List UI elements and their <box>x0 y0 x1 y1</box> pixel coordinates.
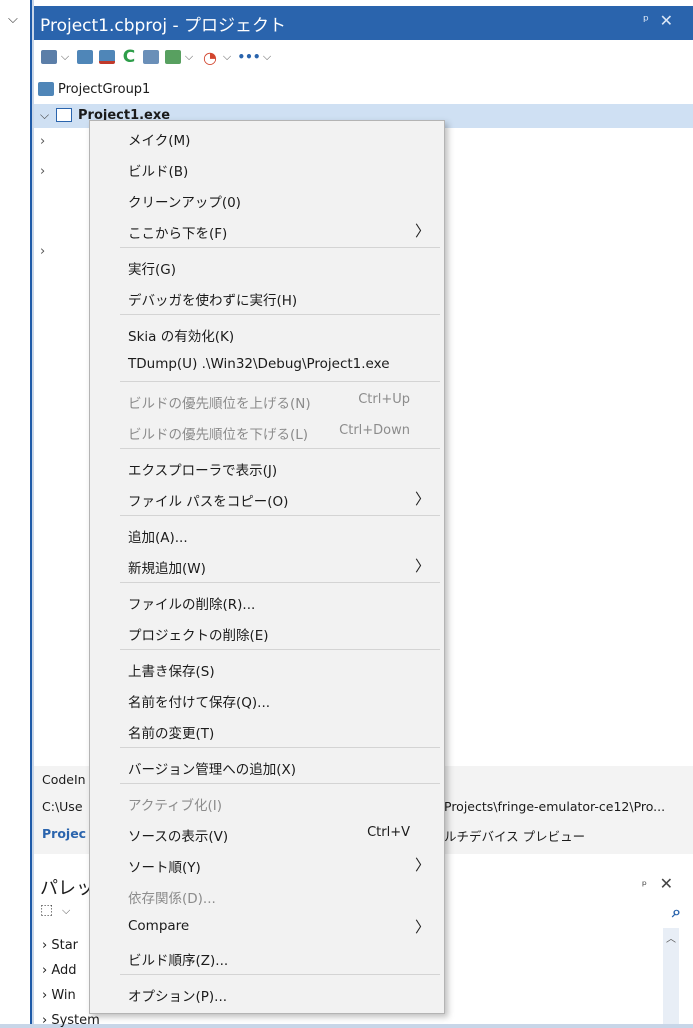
menu-separator <box>120 783 440 784</box>
menu-item-tdump[interactable]: TDump(U) .\Win32\Debug\Project1.exe <box>90 349 444 379</box>
chevron-down-icon[interactable]: ⌵ <box>222 48 232 66</box>
menu-item-make[interactable]: メイク(M) <box>90 122 444 152</box>
tab-multi-device-preview[interactable]: ルチデバイス プレビュー <box>444 826 585 845</box>
scrollbar[interactable]: ︿ <box>663 928 679 1024</box>
palette-title: パレッ <box>40 878 94 899</box>
project-icon <box>56 108 72 122</box>
chevron-right-icon[interactable]: › <box>40 244 45 259</box>
pin-icon[interactable]: ᵖ <box>643 13 649 29</box>
menu-item-rename[interactable]: 名前の変更(T) <box>90 715 444 745</box>
divider <box>30 0 32 1024</box>
info-path-right: Projects\fringe-emulator-ce12\Pro... <box>444 799 666 814</box>
menu-item-remove-project[interactable]: プロジェクトの削除(E) <box>90 617 444 647</box>
menu-item-clean[interactable]: クリーンアップ(0) <box>90 184 444 214</box>
menu-item-save[interactable]: 上書き保存(S) <box>90 653 444 683</box>
menu-separator <box>120 974 440 975</box>
menu-item-build[interactable]: ビルド(B) <box>90 153 444 183</box>
info-codeinsight: CodeIn <box>42 772 86 787</box>
menu-item-dependencies: 依存関係(D)... <box>128 891 216 907</box>
cursor-icon[interactable]: ⬚ <box>40 902 53 918</box>
project-group-icon <box>38 82 54 96</box>
tree-item-label: ProjectGroup1 <box>58 82 151 97</box>
menu-separator <box>120 582 440 583</box>
pin-icon[interactable]: ᵖ <box>642 878 647 892</box>
chevron-down-icon[interactable]: ⌵ <box>262 48 272 66</box>
target-platform-icon[interactable]: ◔ <box>200 48 220 67</box>
search-icon[interactable]: ⌕ <box>672 902 681 922</box>
chevron-right-icon: 〉 <box>414 557 430 575</box>
menu-item-remove-file[interactable]: ファイルの削除(R)... <box>90 586 444 616</box>
close-icon[interactable]: ✕ <box>660 11 673 30</box>
chevron-down-icon[interactable]: ⌵ <box>60 48 70 66</box>
menu-item-add[interactable]: 追加(A)... <box>90 519 444 549</box>
menu-item-options[interactable]: オプション(P)... <box>90 978 444 1008</box>
chevron-up-icon[interactable]: ︿ <box>666 930 676 945</box>
chevron-right-icon: 〉 <box>414 490 430 508</box>
menu-item-add-new[interactable]: 新規追加(W) 〉 <box>90 550 444 580</box>
chevron-down-icon[interactable]: ⌵ <box>8 12 18 27</box>
chevron-down-icon[interactable]: ⌵ <box>62 904 70 918</box>
menu-separator <box>120 448 440 449</box>
menu-item-show-in-explorer[interactable]: エクスプローラで表示(J) <box>90 452 444 482</box>
menu-separator <box>120 515 440 516</box>
chevron-down-icon[interactable]: ⌵ <box>184 48 194 66</box>
menu-item-sort-order[interactable]: ソート順(Y) 〉 <box>90 849 444 879</box>
chevron-right-icon: 〉 <box>414 918 430 936</box>
menu-item-lower-build-priority: ビルドの優先順位を下げる(L) Ctrl+Down <box>128 423 410 443</box>
tree-item-projectgroup[interactable]: ProjectGroup1 <box>34 78 693 102</box>
close-icon[interactable]: ✕ <box>660 874 673 893</box>
menu-separator <box>120 247 440 248</box>
project-toolbar: ⌵ C ⌵ ◔ ⌵ ••• ⌵ <box>34 40 693 76</box>
menu-separator <box>120 314 440 315</box>
menu-item-add-to-version-control[interactable]: バージョン管理への追加(X) <box>90 751 444 781</box>
project-panel-title-bar: Project1.cbproj - プロジェクト ᵖ ✕ <box>34 6 693 40</box>
remove-file-icon[interactable] <box>98 48 116 66</box>
menu-item-enable-skia[interactable]: Skia の有効化(K) <box>90 318 444 348</box>
menu-item-run-without-debugging[interactable]: デバッガを使わずに実行(H) <box>90 282 444 312</box>
tab-projects[interactable]: Projec <box>42 826 86 841</box>
sync-icon[interactable] <box>142 48 160 66</box>
palette-category[interactable]: › Star <box>42 938 78 953</box>
menu-item-view-source[interactable]: ソースの表示(V) Ctrl+V <box>90 818 444 848</box>
chevron-down-icon[interactable]: ⌵ <box>40 108 49 123</box>
menu-separator <box>120 381 440 382</box>
info-path-left: C:\Use <box>42 799 83 814</box>
left-strip: ⌵ <box>0 0 32 1024</box>
chevron-right-icon: 〉 <box>414 222 430 240</box>
chevron-right-icon[interactable]: › <box>40 164 45 179</box>
menu-item-activate: アクティブ化(I) <box>128 798 223 814</box>
chevron-right-icon: 〉 <box>414 856 430 874</box>
refresh-icon[interactable]: C <box>120 47 138 67</box>
menu-separator <box>120 649 440 650</box>
build-config-icon[interactable] <box>164 48 182 66</box>
project-options-icon[interactable] <box>40 48 58 66</box>
menu-item-build-order[interactable]: ビルド順序(Z)... <box>90 942 444 972</box>
menu-item-copy-file-path[interactable]: ファイル パスをコピー(O) 〉 <box>90 483 444 513</box>
more-icon[interactable]: ••• <box>238 48 261 66</box>
palette-category[interactable]: › Add <box>42 963 77 978</box>
chevron-right-icon[interactable]: › <box>40 134 45 149</box>
menu-item-save-as[interactable]: 名前を付けて保存(Q)... <box>90 684 444 714</box>
menu-item-raise-build-priority: ビルドの優先順位を上げる(N) Ctrl+Up <box>128 392 410 412</box>
menu-item-from-here[interactable]: ここから下を(F) 〉 <box>90 215 444 245</box>
menu-separator <box>120 747 440 748</box>
context-menu: メイク(M) ビルド(B) クリーンアップ(0) ここから下を(F) 〉 実行(G… <box>89 120 445 1014</box>
palette-category[interactable]: › Win <box>42 988 76 1003</box>
add-file-icon[interactable] <box>76 48 94 66</box>
palette-category[interactable]: › System <box>42 1013 100 1028</box>
panel-title: Project1.cbproj - プロジェクト <box>40 16 286 36</box>
menu-item-run[interactable]: 実行(G) <box>90 251 444 281</box>
menu-item-compare[interactable]: Compare 〉 <box>90 911 444 941</box>
